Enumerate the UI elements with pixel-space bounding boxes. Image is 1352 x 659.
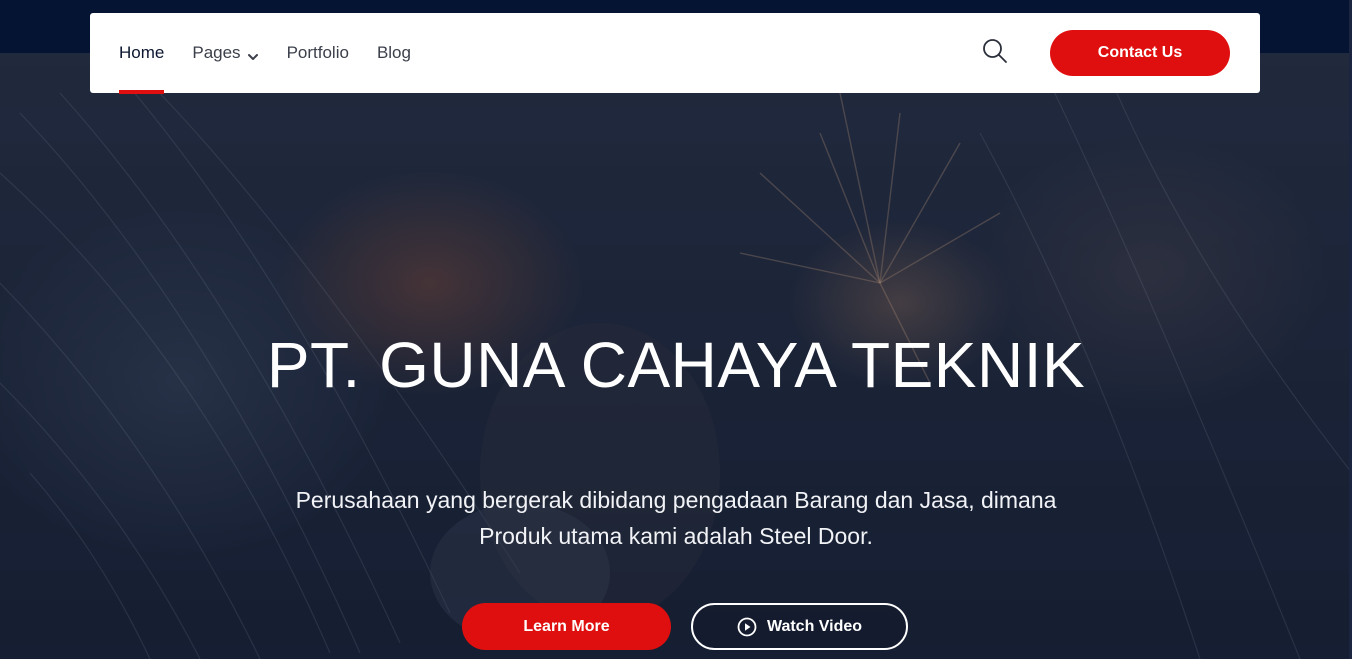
nav-item-blog-label: Blog (376, 43, 411, 62)
nav-item-portfolio[interactable]: Portfolio (287, 13, 349, 93)
search-button[interactable] (980, 38, 1010, 68)
chevron-down-icon (247, 48, 259, 60)
hero-title: PT. GUNA CAHAYA TEKNIK (266, 329, 1086, 401)
main-navbar: Home Pages Portfolio Blog Contact Us (90, 13, 1260, 94)
nav-item-blog[interactable]: Blog (377, 13, 411, 93)
nav-actions: Contact Us (980, 30, 1230, 76)
search-icon (981, 37, 1009, 70)
nav-item-portfolio-label: Portfolio (286, 43, 349, 62)
nav-item-home[interactable]: Home (119, 13, 165, 94)
nav-item-home-label: Home (119, 43, 165, 62)
watch-video-label: Watch Video (766, 617, 863, 635)
hero-subtitle-line-2: Produk utama kami adalah Steel Door. (479, 523, 873, 549)
nav-menu: Home Pages Portfolio Blog (119, 13, 439, 94)
hero-subtitle-line-1: Perusahaan yang bergerak dibidang pengad… (295, 487, 1057, 513)
hero-subtitle: Perusahaan yang bergerak dibidang pengad… (226, 482, 1126, 554)
nav-item-pages-label: Pages (192, 43, 241, 62)
contact-us-button[interactable]: Contact Us (1050, 30, 1230, 76)
nav-item-pages[interactable]: Pages (192, 13, 258, 93)
learn-more-button[interactable]: Learn More (462, 603, 671, 650)
play-circle-icon (737, 617, 757, 637)
watch-video-button[interactable]: Watch Video (691, 603, 908, 650)
